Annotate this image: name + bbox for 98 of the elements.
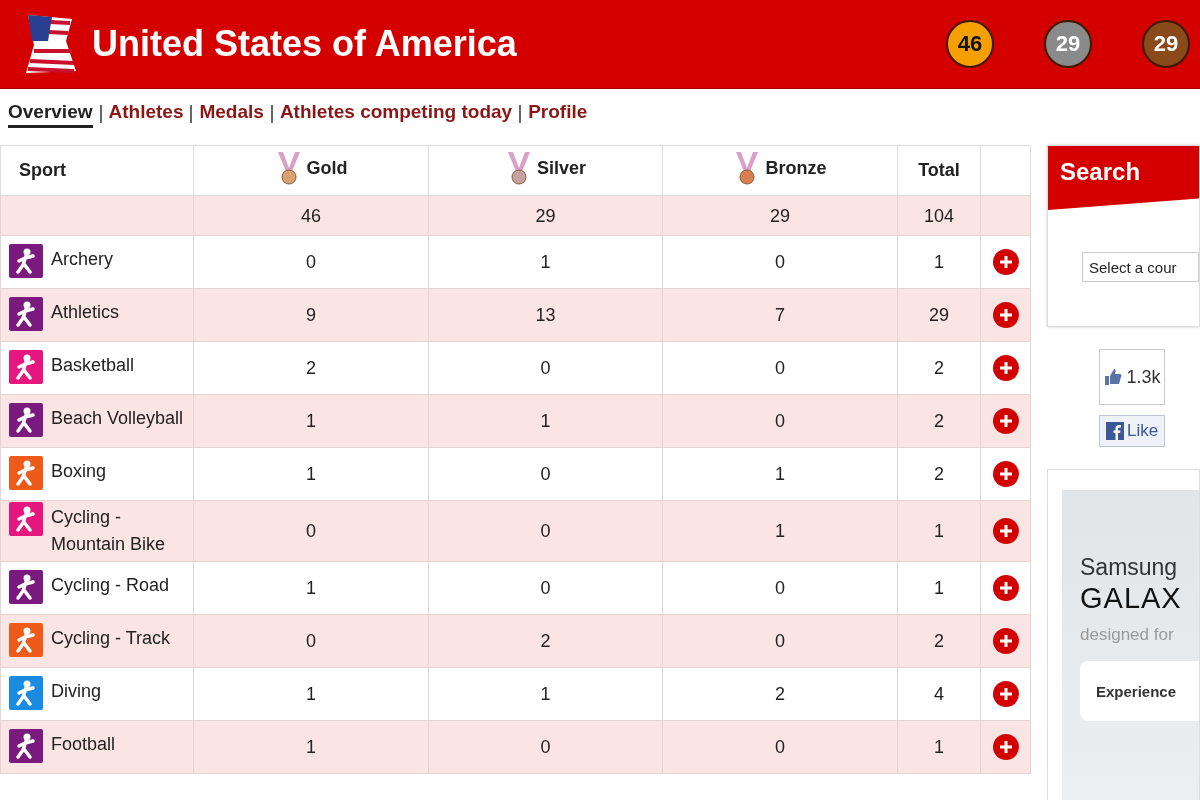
- table-cell: 0: [662, 394, 898, 448]
- table-cell: 0: [428, 341, 663, 395]
- sport-name: Football: [51, 734, 116, 754]
- expand-button[interactable]: [992, 575, 1019, 601]
- sport-name: Basketball: [51, 355, 135, 375]
- logo-icon: [1106, 422, 1124, 440]
- column-header: Total: [897, 145, 981, 196]
- expand-button[interactable]: [992, 734, 1019, 760]
- plus-icon: [998, 308, 1013, 322]
- nav-tab[interactable]: Athletes: [108, 100, 184, 128]
- expand-button[interactable]: [992, 461, 1019, 487]
- table-cell: 1: [193, 447, 429, 501]
- medal-count-badge: 29: [1044, 20, 1092, 68]
- table-cell: 1: [193, 561, 429, 615]
- thumbs-up-icon: [1103, 367, 1124, 387]
- like-button[interactable]: Like: [1099, 415, 1166, 447]
- plus-icon: [998, 255, 1013, 269]
- ad-product: GALAX: [1080, 581, 1183, 615]
- ad-button[interactable]: Experience: [1080, 661, 1199, 721]
- expand-button[interactable]: [992, 681, 1019, 707]
- plus-icon: [998, 467, 1013, 481]
- table-cell: 0: [662, 614, 898, 668]
- ad-brand: Samsung: [1080, 554, 1179, 581]
- column-label: Bronze: [765, 157, 827, 179]
- table-cell: 1: [428, 667, 663, 721]
- table-cell: 0: [428, 720, 663, 774]
- table-cell: 13: [428, 288, 663, 342]
- table-cell: 2: [897, 394, 981, 448]
- table-cell: 7: [662, 288, 898, 342]
- table-cell: 29: [897, 288, 981, 342]
- table-cell: 0: [662, 341, 898, 395]
- medal-count-badge: 29: [1142, 20, 1190, 68]
- plus-icon: [998, 740, 1013, 754]
- table-cell: 0: [662, 561, 898, 615]
- table-cell: 2: [428, 614, 663, 668]
- table-cell: 1: [428, 235, 663, 289]
- total-cell: 29: [428, 195, 663, 236]
- column-label: Gold: [306, 157, 348, 179]
- expand-button[interactable]: [992, 408, 1019, 434]
- sport-name: Athletics: [51, 302, 120, 322]
- like-count-text: 1.3k: [1126, 366, 1161, 388]
- nav-tab[interactable]: Profile: [528, 100, 588, 128]
- table-cell: 2: [897, 447, 981, 501]
- sport-name: Archery: [51, 249, 113, 269]
- expand-button[interactable]: [992, 355, 1019, 381]
- total-cell: 29: [662, 195, 898, 236]
- expand-button[interactable]: [992, 518, 1019, 544]
- table-cell: 0: [193, 500, 429, 562]
- plus-icon: [998, 634, 1013, 648]
- medal-count-badge: 46: [946, 20, 994, 68]
- table-cell: 1: [662, 447, 898, 501]
- table-cell: 4: [897, 667, 981, 721]
- table-cell: 0: [428, 500, 663, 562]
- column-header: Sport: [0, 145, 194, 196]
- country-title: United States of America: [92, 23, 518, 65]
- table-cell: 2: [897, 341, 981, 395]
- table-cell: 0: [193, 235, 429, 289]
- expand-button[interactable]: [992, 302, 1019, 328]
- expand-button[interactable]: [992, 249, 1019, 275]
- country-select[interactable]: Select a cour: [1082, 252, 1199, 282]
- table-cell: 2: [193, 341, 429, 395]
- plus-icon: [998, 524, 1013, 538]
- table-cell: 0: [662, 720, 898, 774]
- nav-tab[interactable]: Athletes competing today: [279, 100, 513, 128]
- table-cell: 1: [897, 500, 981, 562]
- table-cell: 0: [193, 614, 429, 668]
- table-cell: 1: [897, 720, 981, 774]
- table-cell: 2: [662, 667, 898, 721]
- ad-tagline: designed for: [1080, 625, 1175, 645]
- column-label: Silver: [536, 157, 586, 179]
- table-cell: 2: [897, 614, 981, 668]
- expand-button[interactable]: [992, 628, 1019, 654]
- table-cell: 0: [662, 235, 898, 289]
- table-cell: 1: [662, 500, 898, 562]
- plus-icon: [998, 687, 1013, 701]
- nav-tab[interactable]: Overview: [8, 100, 93, 128]
- search-title: Search: [1048, 146, 1199, 210]
- table-cell: 1: [428, 394, 663, 448]
- plus-icon: [998, 414, 1013, 428]
- sport-name: Beach Volleyball: [51, 408, 184, 428]
- plus-icon: [998, 581, 1013, 595]
- table-cell: 9: [193, 288, 429, 342]
- table-cell: 0: [428, 561, 663, 615]
- sport-name: Cycling - Mountain Bike: [51, 507, 166, 554]
- sport-name: Boxing: [51, 461, 107, 481]
- sport-name: Cycling - Track: [51, 628, 171, 648]
- nav-tab[interactable]: Medals: [199, 100, 264, 128]
- total-cell: 46: [193, 195, 429, 236]
- table-cell: 1: [193, 720, 429, 774]
- table-cell: 1: [897, 561, 981, 615]
- total-cell: 104: [897, 195, 981, 236]
- table-cell: 1: [897, 235, 981, 289]
- plus-icon: [998, 361, 1013, 375]
- table-cell: 1: [193, 394, 429, 448]
- table-cell: 0: [428, 447, 663, 501]
- sport-name: Diving: [51, 681, 102, 701]
- sport-name: Cycling - Road: [51, 575, 170, 595]
- table-cell: 1: [193, 667, 429, 721]
